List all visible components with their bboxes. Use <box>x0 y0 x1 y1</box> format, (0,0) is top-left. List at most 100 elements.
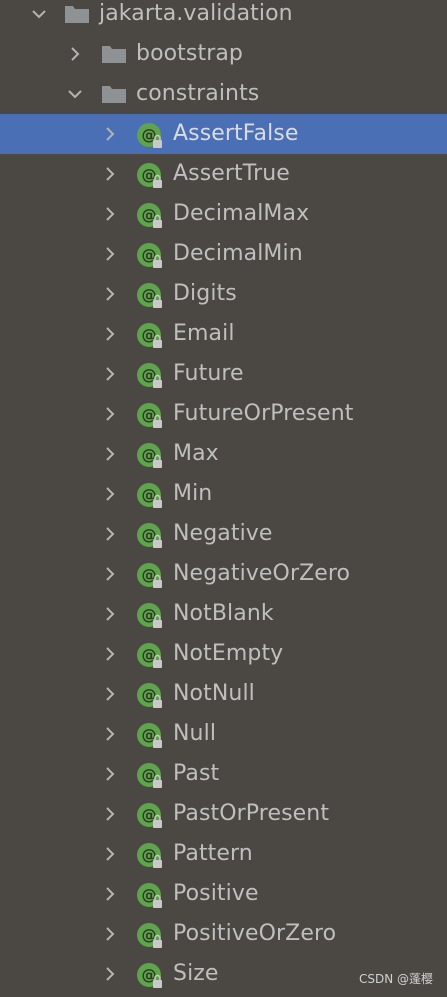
tree-node-annotation[interactable]: @ Past <box>0 754 447 794</box>
tree-node-constraints[interactable]: constraints <box>0 74 447 114</box>
tree-node-label: FutureOrPresent <box>173 401 354 426</box>
annotation-lock-icon: @ <box>136 522 164 550</box>
tree-node-label: DecimalMax <box>173 201 310 226</box>
chevron-right-icon[interactable] <box>101 885 119 903</box>
tree-node-label: Email <box>173 321 235 346</box>
chevron-right-icon[interactable] <box>101 525 119 543</box>
folder-icon <box>64 4 90 24</box>
tree-node-label: Past <box>173 761 220 786</box>
tree-node-annotation[interactable]: @ Future <box>0 354 447 394</box>
tree-node-label: Digits <box>173 281 237 306</box>
chevron-right-icon[interactable] <box>101 725 119 743</box>
annotation-lock-icon: @ <box>136 762 164 790</box>
tree-node-label: jakarta.validation <box>99 1 293 26</box>
tree-node-label: PositiveOrZero <box>173 921 337 946</box>
tree-node-annotation[interactable]: @ NotNull <box>0 674 447 714</box>
tree-node-label: Null <box>173 721 217 746</box>
chevron-right-icon[interactable] <box>101 405 119 423</box>
tree-node-label: AssertFalse <box>173 121 299 146</box>
chevron-right-icon[interactable] <box>101 485 119 503</box>
annotation-lock-icon: @ <box>136 162 164 190</box>
tree-node-annotation[interactable]: @ DecimalMax <box>0 194 447 234</box>
chevron-right-icon[interactable] <box>101 765 119 783</box>
chevron-right-icon[interactable] <box>101 125 119 143</box>
tree-node-annotation[interactable]: @ Negative <box>0 514 447 554</box>
chevron-down-icon[interactable] <box>66 85 84 103</box>
tree-node-annotation[interactable]: @ Positive <box>0 874 447 914</box>
annotation-lock-icon: @ <box>136 322 164 350</box>
chevron-right-icon[interactable] <box>101 245 119 263</box>
annotation-lock-icon: @ <box>136 882 164 910</box>
tree-node-label: NegativeOrZero <box>173 561 351 586</box>
tree-node-label: Positive <box>173 881 259 906</box>
annotation-lock-icon: @ <box>136 202 164 230</box>
annotation-lock-icon: @ <box>136 402 164 430</box>
tree-node-label: NotBlank <box>173 601 274 626</box>
tree-node-annotation[interactable]: @ NotEmpty <box>0 634 447 674</box>
annotation-lock-icon: @ <box>136 682 164 710</box>
tree-node-label: AssertTrue <box>173 161 290 186</box>
chevron-right-icon[interactable] <box>101 965 119 983</box>
tree-node-annotation[interactable]: @ NotBlank <box>0 594 447 634</box>
tree-node-annotation[interactable]: @ DecimalMin <box>0 234 447 274</box>
tree-node-label: DecimalMin <box>173 241 303 266</box>
tree-node-label: constraints <box>136 81 260 106</box>
tree-node-annotation[interactable]: @ AssertTrue <box>0 154 447 194</box>
tree-node-label: bootstrap <box>136 41 243 66</box>
annotation-lock-icon: @ <box>136 602 164 630</box>
chevron-right-icon[interactable] <box>101 165 119 183</box>
tree-node-annotation[interactable]: @ AssertFalse <box>0 114 447 154</box>
watermark: CSDN @蓬樱 <box>358 972 433 986</box>
tree-node-annotation[interactable]: @ PositiveOrZero <box>0 914 447 954</box>
tree-node-annotation[interactable]: @ Min <box>0 474 447 514</box>
tree-node-annotation[interactable]: @ Max <box>0 434 447 474</box>
annotation-lock-icon: @ <box>136 482 164 510</box>
annotation-lock-icon: @ <box>136 802 164 830</box>
chevron-right-icon[interactable] <box>101 805 119 823</box>
tree-node-label: Max <box>173 441 219 466</box>
chevron-right-icon[interactable] <box>101 845 119 863</box>
chevron-right-icon[interactable] <box>101 645 119 663</box>
chevron-right-icon[interactable] <box>101 685 119 703</box>
chevron-right-icon[interactable] <box>101 365 119 383</box>
annotation-lock-icon: @ <box>136 842 164 870</box>
project-tree: jakarta.validation bootstrap constraints… <box>0 0 447 994</box>
annotation-lock-icon: @ <box>136 442 164 470</box>
chevron-down-icon[interactable] <box>30 5 48 23</box>
chevron-right-icon[interactable] <box>101 605 119 623</box>
tree-node-annotation[interactable]: @ FutureOrPresent <box>0 394 447 434</box>
annotation-lock-icon: @ <box>136 122 164 150</box>
tree-node-annotation[interactable]: @ Email <box>0 314 447 354</box>
tree-node-label: Size <box>173 961 219 986</box>
annotation-lock-icon: @ <box>136 282 164 310</box>
tree-node-annotation[interactable]: @ Digits <box>0 274 447 314</box>
annotation-lock-icon: @ <box>136 962 164 990</box>
tree-node-bootstrap[interactable]: bootstrap <box>0 34 447 74</box>
tree-node-label: Min <box>173 481 213 506</box>
tree-node-label: NotNull <box>173 681 255 706</box>
chevron-right-icon[interactable] <box>101 325 119 343</box>
tree-node-annotation[interactable]: @ NegativeOrZero <box>0 554 447 594</box>
tree-node-jakarta-validation[interactable]: jakarta.validation <box>0 0 447 34</box>
chevron-right-icon[interactable] <box>101 285 119 303</box>
folder-icon <box>101 84 127 104</box>
chevron-right-icon[interactable] <box>101 565 119 583</box>
annotation-lock-icon: @ <box>136 242 164 270</box>
annotation-lock-icon: @ <box>136 642 164 670</box>
chevron-right-icon[interactable] <box>101 925 119 943</box>
chevron-right-icon[interactable] <box>101 205 119 223</box>
annotation-lock-icon: @ <box>136 362 164 390</box>
tree-node-label: PastOrPresent <box>173 801 330 826</box>
annotation-lock-icon: @ <box>136 722 164 750</box>
folder-icon <box>101 44 127 64</box>
tree-node-label: Future <box>173 361 244 386</box>
constraints-children: @ AssertFalse @ AssertTrue @ DecimalMax @ Decim… <box>0 114 447 994</box>
chevron-right-icon[interactable] <box>101 445 119 463</box>
chevron-right-icon[interactable] <box>66 45 84 63</box>
tree-node-annotation[interactable]: @ PastOrPresent <box>0 794 447 834</box>
tree-node-label: Negative <box>173 521 273 546</box>
tree-node-annotation[interactable]: @ Pattern <box>0 834 447 874</box>
tree-node-label: Pattern <box>173 841 253 866</box>
tree-node-annotation[interactable]: @ Null <box>0 714 447 754</box>
tree-node-label: NotEmpty <box>173 641 284 666</box>
